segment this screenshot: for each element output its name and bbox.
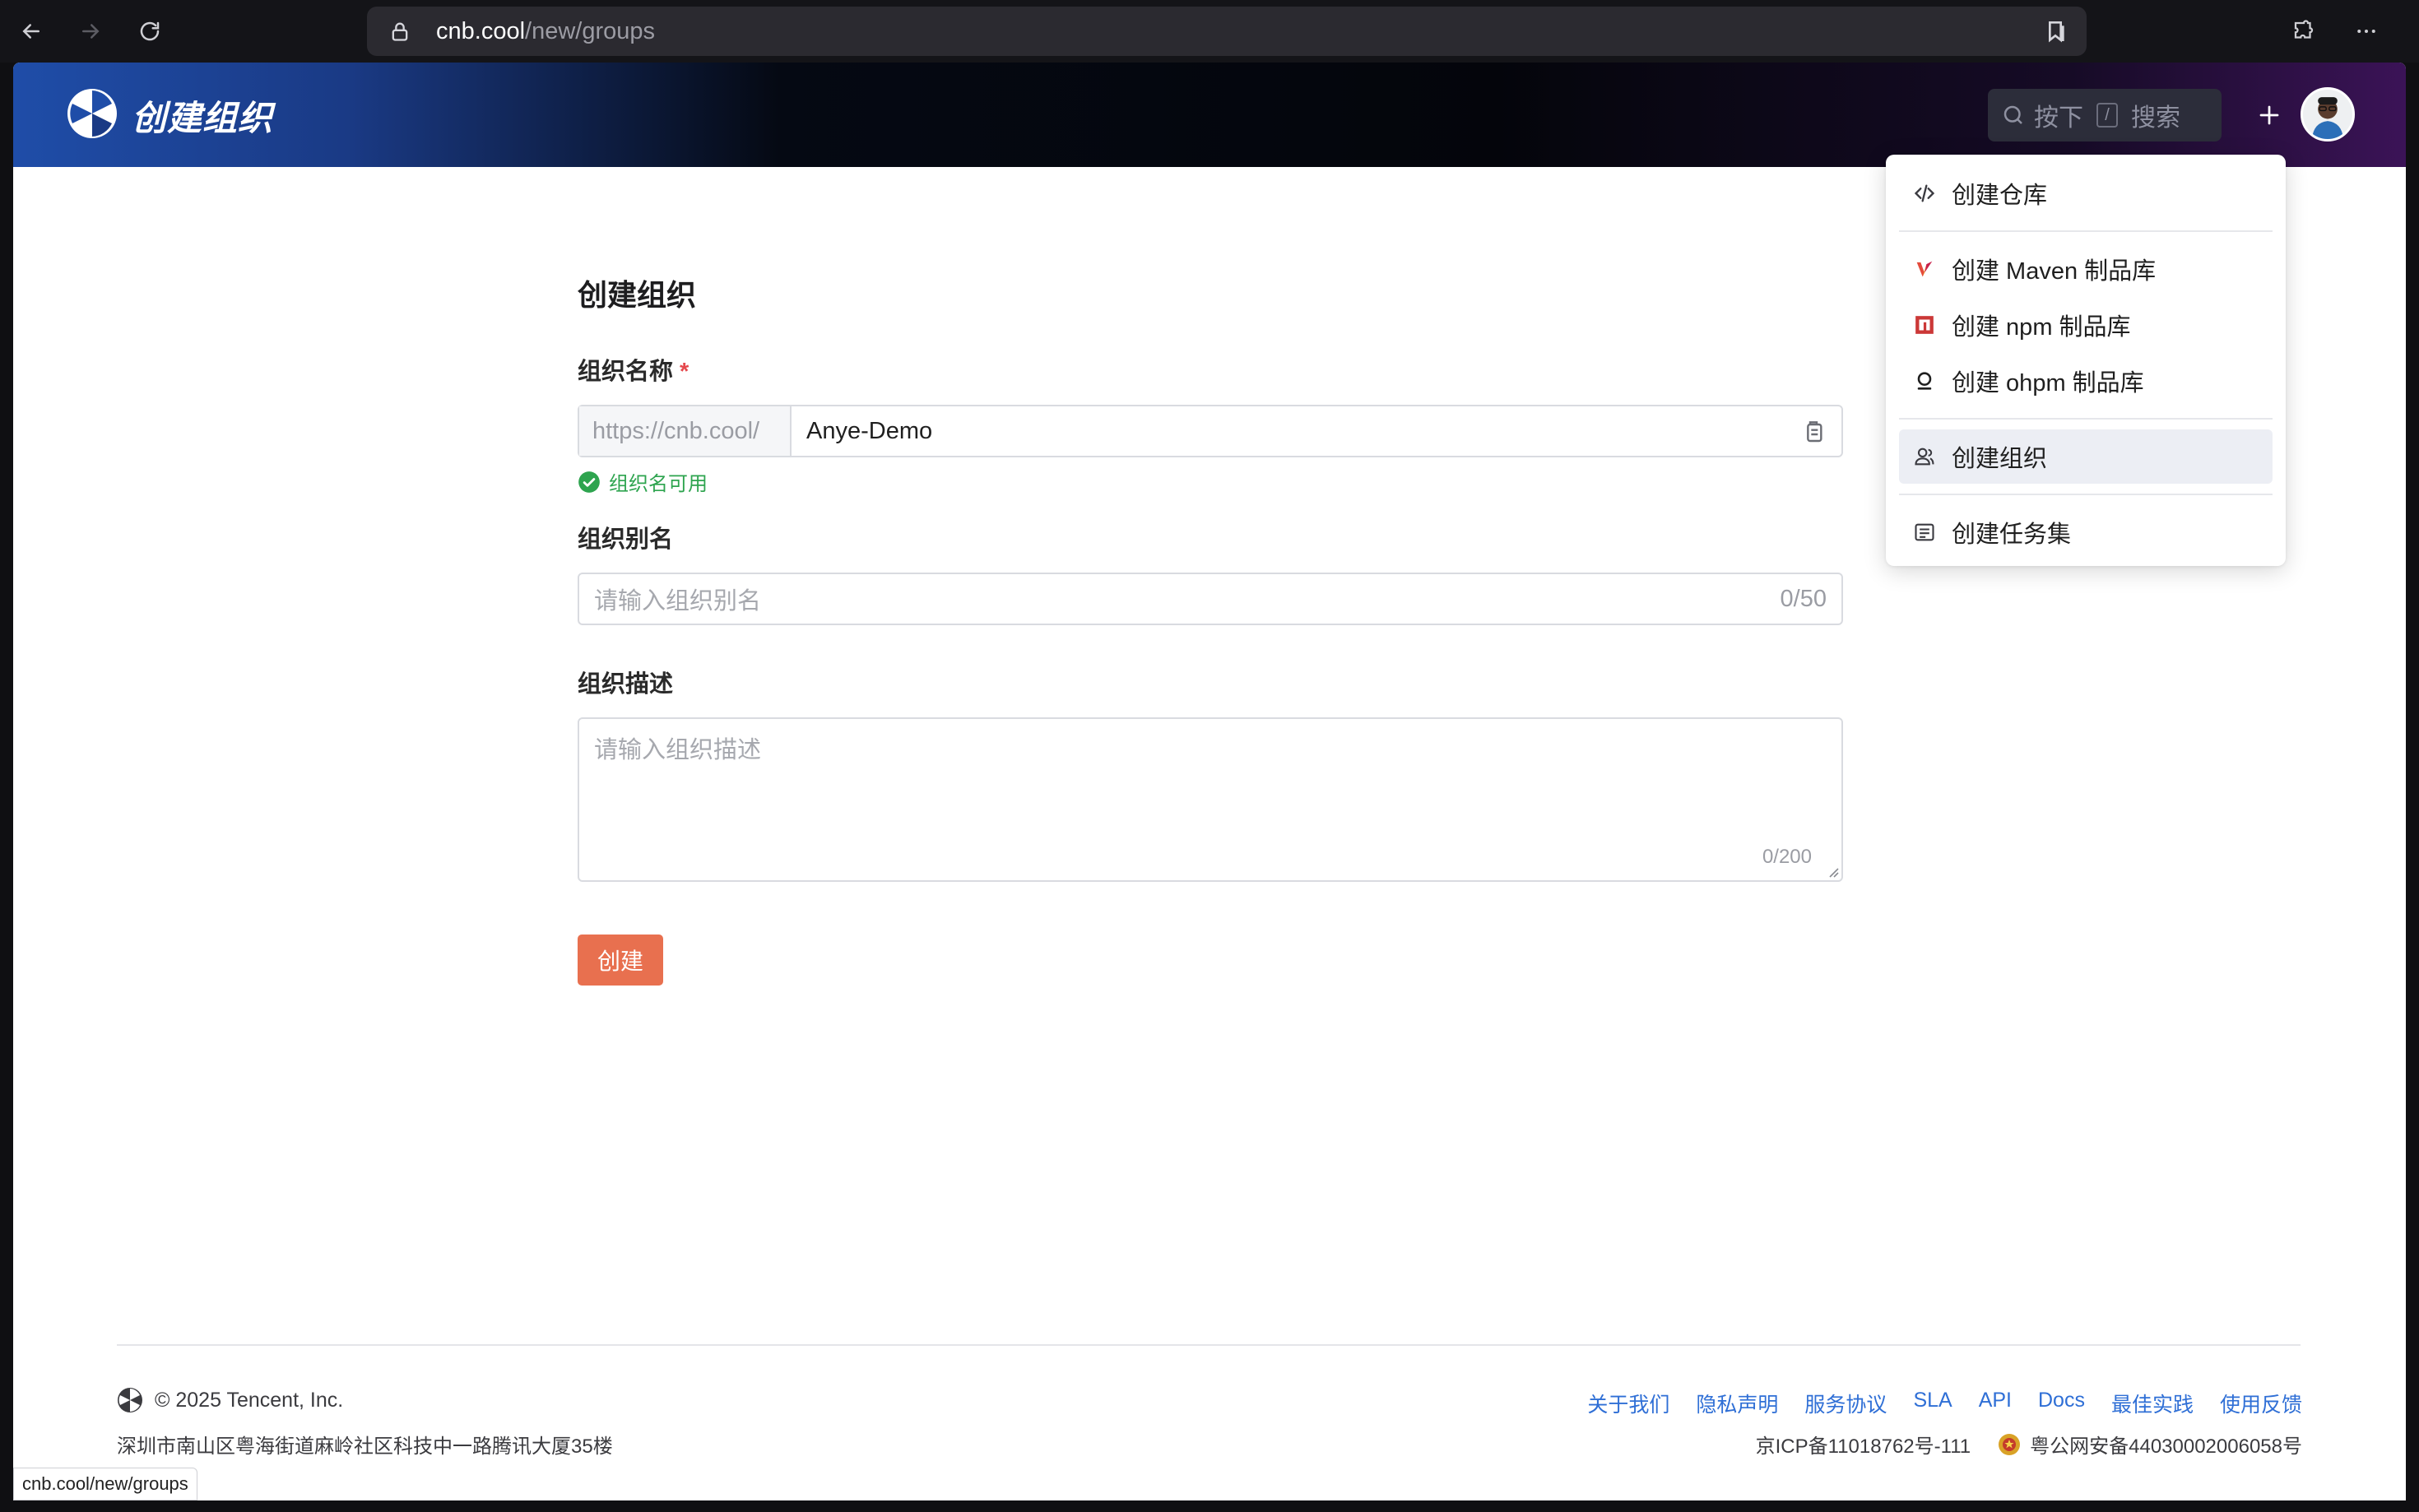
name-status-text: 组织名可用 <box>609 473 708 495</box>
search-prefix: 按下 <box>2034 104 2083 132</box>
menu-item-create-npm[interactable]: 创建 npm 制品库 <box>1899 298 2273 352</box>
footer-icp: 京ICP备11018762号-111 粤公网安备44030002006058号 <box>1756 1430 2302 1459</box>
group-name-field[interactable]: https://cnb.cool/ Anye-Demo <box>578 405 1843 457</box>
lock-icon <box>392 22 408 41</box>
icp-link[interactable]: 京ICP备11018762号-111 <box>1756 1430 1971 1459</box>
menu-divider <box>1899 418 2273 420</box>
page-viewport: 创建组织 按下 / 搜索 创建组织 组织名称 * https://cnb.coo… <box>13 63 2406 1500</box>
bookmark-icon[interactable] <box>2042 18 2068 44</box>
footer-copyright: © 2025 Tencent, Inc. <box>117 1387 343 1413</box>
footer-links: 关于我们 隐私声明 服务协议 SLA API Docs 最佳实践 使用反馈 <box>1561 1389 2302 1418</box>
menu-item-create-ohpm[interactable]: 创建 ohpm 制品库 <box>1899 354 2273 408</box>
url-text: cnb.cool/new/groups <box>436 17 656 44</box>
page-title: 创建组织 <box>578 278 697 312</box>
group-name-input[interactable]: Anye-Demo <box>792 406 1800 456</box>
menu-item-label: 创建 Maven 制品库 <box>1952 258 2157 285</box>
status-bar-url: cnb.cool/new/groups <box>13 1468 197 1500</box>
browser-toolbar: cnb.cool/new/groups <box>0 0 2419 63</box>
create-button[interactable]: 创建 <box>578 935 663 986</box>
name-label-text: 组织名称 <box>578 359 674 385</box>
npm-icon <box>1912 313 1937 337</box>
avatar[interactable] <box>2301 87 2355 141</box>
cnb-logo-icon <box>118 1388 142 1412</box>
check-circle-icon <box>578 471 600 493</box>
footer-link-privacy[interactable]: 隐私声明 <box>1696 1389 1778 1418</box>
maven-icon <box>1912 257 1937 281</box>
name-available-status: 组织名可用 <box>578 467 708 496</box>
description-char-count: 0/200 <box>1762 846 1812 868</box>
footer-link-docs[interactable]: Docs <box>2038 1389 2085 1418</box>
menu-item-create-group[interactable]: 创建组织 <box>1899 429 2273 484</box>
group-description-textarea[interactable]: 请输入组织描述 0/200 <box>578 717 1843 882</box>
forward-icon[interactable] <box>74 15 107 48</box>
menu-divider <box>1899 494 2273 495</box>
menu-item-label: 创建仓库 <box>1952 183 2048 209</box>
users-icon <box>1912 444 1937 469</box>
police-record-link[interactable]: 粤公网安备44030002006058号 <box>2030 1430 2302 1459</box>
footer-link-terms[interactable]: 服务协议 <box>1804 1389 1887 1418</box>
copyright-text: © 2025 Tencent, Inc. <box>155 1388 344 1412</box>
footer-address: 深圳市南山区粤海街道麻岭社区科技中一路腾讯大厦35楼 <box>117 1435 613 1458</box>
create-menu-dropdown: 创建仓库 创建 Maven 制品库 创建 npm 制品库 创建 ohpm 制品库 <box>1886 155 2286 566</box>
code-icon <box>1912 181 1937 206</box>
reload-icon[interactable] <box>133 15 166 48</box>
required-mark: * <box>680 359 689 385</box>
search-suffix: 搜索 <box>2131 104 2180 132</box>
more-icon[interactable] <box>2350 15 2383 48</box>
menu-item-label: 创建任务集 <box>1952 522 2072 548</box>
search-shortcut-key: / <box>2096 103 2118 128</box>
header-title: 创建组织 <box>132 99 274 137</box>
description-label: 组织描述 <box>578 671 674 698</box>
menu-item-create-repo[interactable]: 创建仓库 <box>1899 166 2273 220</box>
alias-char-count: 0/50 <box>1780 586 1827 612</box>
police-badge-icon <box>1999 1433 2021 1455</box>
search-box[interactable]: 按下 / 搜索 <box>1988 89 2222 141</box>
menu-item-label: 创建 npm 制品库 <box>1952 314 2131 341</box>
footer-link-best-practices[interactable]: 最佳实践 <box>2111 1389 2194 1418</box>
extensions-icon[interactable] <box>2287 15 2320 48</box>
menu-item-create-maven[interactable]: 创建 Maven 制品库 <box>1899 242 2273 296</box>
copy-icon[interactable] <box>1800 418 1827 444</box>
menu-divider <box>1899 230 2273 232</box>
ohpm-icon <box>1912 369 1937 393</box>
footer-link-about[interactable]: 关于我们 <box>1587 1389 1669 1418</box>
menu-item-label: 创建组织 <box>1952 446 2048 472</box>
site-header: 创建组织 按下 / 搜索 <box>13 63 2406 167</box>
footer-link-sla[interactable]: SLA <box>1913 1389 1952 1418</box>
menu-item-create-taskset[interactable]: 创建任务集 <box>1899 505 2273 559</box>
search-icon <box>2003 105 2022 124</box>
alias-label: 组织别名 <box>578 526 674 553</box>
cnb-logo-icon[interactable] <box>66 87 118 140</box>
resize-grip-icon[interactable] <box>1825 864 1840 879</box>
footer-divider <box>117 1344 2301 1346</box>
plus-icon[interactable] <box>2248 94 2291 137</box>
url-prefix: https://cnb.cool/ <box>579 406 792 456</box>
description-placeholder: 请输入组织描述 <box>594 737 762 763</box>
name-label: 组织名称 * <box>578 352 689 387</box>
alias-placeholder: 请输入组织别名 <box>594 588 762 615</box>
footer-link-api[interactable]: API <box>1979 1389 2012 1418</box>
footer-link-feedback[interactable]: 使用反馈 <box>2220 1389 2302 1418</box>
list-icon <box>1912 520 1937 545</box>
address-bar[interactable]: cnb.cool/new/groups <box>367 7 2087 56</box>
group-alias-input[interactable]: 请输入组织别名 0/50 <box>578 573 1843 625</box>
back-icon[interactable] <box>15 15 48 48</box>
menu-item-label: 创建 ohpm 制品库 <box>1952 370 2144 397</box>
